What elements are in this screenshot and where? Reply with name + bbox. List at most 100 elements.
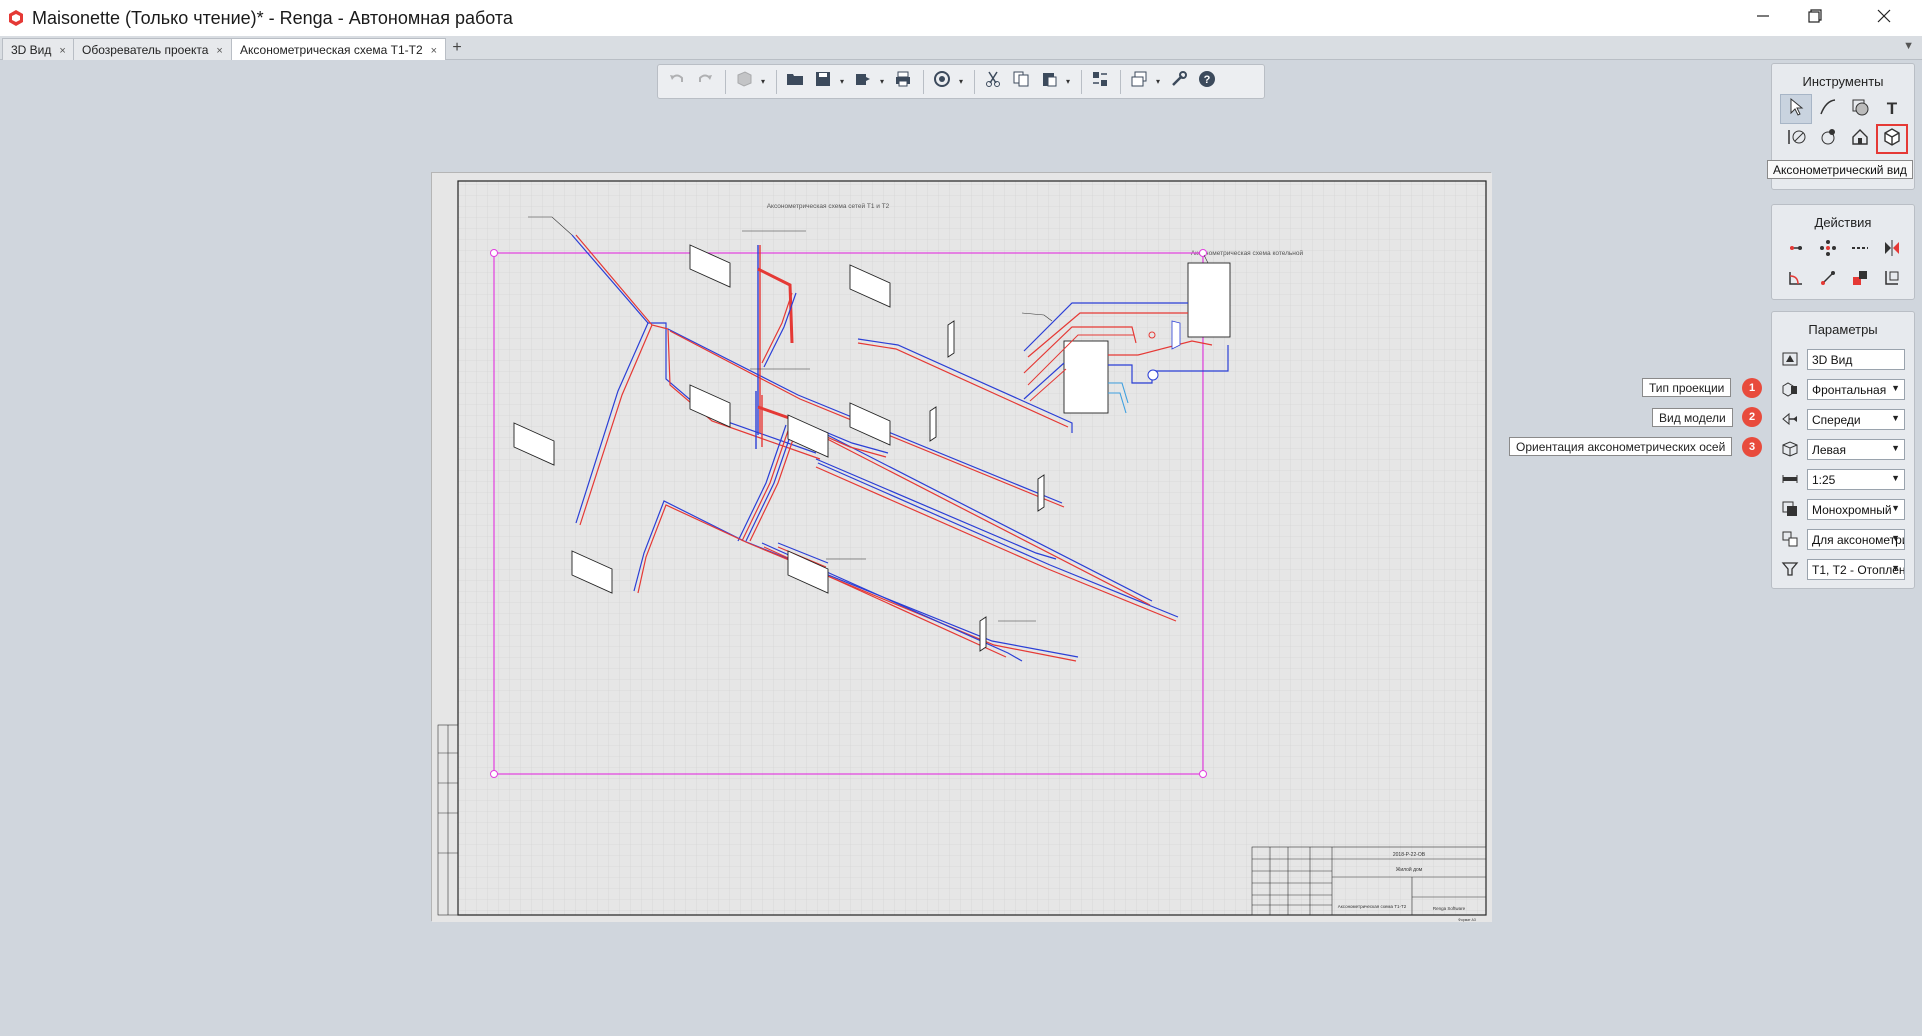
model-view-select[interactable]: Спереди ▼ bbox=[1807, 408, 1905, 430]
callout-number-1: 1 bbox=[1742, 378, 1762, 398]
hatch-icon bbox=[1850, 97, 1870, 122]
dimension-tool[interactable] bbox=[1780, 124, 1812, 154]
select-tool[interactable] bbox=[1780, 94, 1812, 124]
parameters-panel-title: Параметры bbox=[1808, 322, 1878, 337]
param-filter: Т1, Т2 - Отопление▼ bbox=[1778, 558, 1910, 580]
scale-action[interactable] bbox=[1812, 265, 1844, 295]
mirror-action[interactable] bbox=[1876, 235, 1908, 265]
param-axes-orientation: Левая ▼ bbox=[1778, 438, 1910, 460]
title-bar: Maisonette (Только чтение)* - Renga - Ав… bbox=[0, 0, 1922, 36]
layers-dropdown[interactable]: ▾ bbox=[1154, 69, 1162, 95]
save-icon bbox=[814, 70, 832, 93]
print-button[interactable] bbox=[890, 69, 916, 95]
rotate-action[interactable] bbox=[1780, 265, 1812, 295]
undo-button[interactable] bbox=[664, 69, 690, 95]
style-select[interactable]: Для аксонометрии ▼ bbox=[1807, 528, 1905, 550]
layers-icon bbox=[1130, 70, 1148, 93]
actions-grid bbox=[1780, 235, 1908, 295]
text-tool[interactable]: T bbox=[1876, 94, 1908, 124]
scale-value: 1:25 bbox=[1812, 472, 1836, 487]
minimize-button[interactable] bbox=[1735, 0, 1791, 36]
drawing-sheet[interactable]: 2018-Р-22-ОВ Жилой дом Аксонометрическая… bbox=[431, 172, 1492, 922]
style-icon bbox=[1778, 528, 1802, 550]
close-icon bbox=[1877, 9, 1891, 28]
paste-dropdown[interactable]: ▾ bbox=[1064, 69, 1072, 95]
maximize-button[interactable] bbox=[1787, 0, 1843, 36]
settings-button[interactable] bbox=[1166, 69, 1192, 95]
3d-view-button[interactable] bbox=[731, 69, 757, 95]
tab-close-icon[interactable]: × bbox=[59, 45, 65, 57]
help-icon: ? bbox=[1198, 70, 1216, 93]
add-tab-button[interactable]: + bbox=[447, 38, 467, 60]
scale-select[interactable]: 1:25 ▼ bbox=[1807, 468, 1905, 490]
axonometric-view-tooltip: Аксонометрический вид bbox=[1767, 160, 1913, 179]
help-button[interactable]: ? bbox=[1194, 69, 1220, 95]
object-list-button[interactable] bbox=[1087, 69, 1113, 95]
color-mode-select[interactable]: Монохромный ▼ bbox=[1807, 498, 1905, 520]
main-toolbar: ▾ ▾ ▾ ▾ ▾ ▾ ? bbox=[657, 64, 1265, 99]
callout-number-2: 2 bbox=[1742, 407, 1762, 427]
tools-panel-title: Инструменты bbox=[1802, 74, 1884, 89]
tab-3d-view[interactable]: 3D Вид × bbox=[2, 38, 75, 60]
cloud-sync-dropdown[interactable]: ▾ bbox=[957, 69, 965, 95]
undo-icon bbox=[668, 70, 686, 93]
scatter-action[interactable] bbox=[1812, 235, 1844, 265]
close-button[interactable] bbox=[1856, 0, 1912, 36]
tab-close-icon[interactable]: × bbox=[431, 45, 437, 57]
move-action[interactable] bbox=[1780, 235, 1812, 265]
tab-close-icon[interactable]: × bbox=[216, 45, 222, 57]
axes-orientation-select[interactable]: Левая ▼ bbox=[1807, 438, 1905, 460]
redo-button[interactable] bbox=[692, 69, 718, 95]
open-button[interactable] bbox=[782, 69, 808, 95]
tab-label: Обозреватель проекта bbox=[82, 43, 209, 57]
chevron-down-icon: ▼ bbox=[1891, 412, 1900, 423]
building-view-tool[interactable] bbox=[1844, 124, 1876, 154]
view-name-value: 3D Вид bbox=[1812, 352, 1853, 367]
paste-button[interactable] bbox=[1036, 69, 1062, 95]
cloud-sync-button[interactable] bbox=[929, 69, 955, 95]
projection-type-icon bbox=[1778, 378, 1802, 400]
paste-icon bbox=[1040, 70, 1058, 93]
param-view-name: 3D Вид bbox=[1778, 348, 1910, 370]
copy-button[interactable] bbox=[1008, 69, 1034, 95]
filter-select[interactable]: Т1, Т2 - Отопление▼ bbox=[1807, 558, 1905, 580]
actions-panel: Действия bbox=[1771, 204, 1915, 300]
cut-button[interactable] bbox=[980, 69, 1006, 95]
cut-icon bbox=[984, 70, 1002, 93]
callout-axes-orientation: Ориентация аксонометрических осей bbox=[1509, 437, 1733, 456]
renga-logo-icon bbox=[7, 9, 25, 27]
tab-label: Аксонометрическая схема Т1-Т2 bbox=[240, 43, 423, 57]
3d-view-dropdown[interactable]: ▾ bbox=[759, 69, 767, 95]
tab-axonometric-scheme[interactable]: Аксонометрическая схема Т1-Т2 × bbox=[231, 38, 447, 60]
svg-text:?: ? bbox=[1204, 74, 1211, 86]
save-dropdown[interactable]: ▾ bbox=[838, 69, 846, 95]
tab-project-browser[interactable]: Обозреватель проекта × bbox=[73, 38, 232, 60]
tools-grid: T bbox=[1780, 94, 1908, 154]
param-scale: 1:25 ▼ bbox=[1778, 468, 1910, 490]
line-tool[interactable] bbox=[1812, 94, 1844, 124]
view-name-input[interactable]: 3D Вид bbox=[1807, 348, 1905, 370]
sheet-grid bbox=[458, 181, 1486, 915]
tab-list-dropdown[interactable]: ▼ bbox=[1903, 40, 1914, 52]
parameters-panel: Параметры 3D Вид Фронтальная ▼ Спереди ▼ Л… bbox=[1771, 311, 1915, 589]
building-view-icon bbox=[1850, 127, 1870, 152]
copy-place-action[interactable] bbox=[1876, 265, 1908, 295]
hatch-tool[interactable] bbox=[1844, 94, 1876, 124]
callout-model-view: Вид модели bbox=[1652, 408, 1733, 427]
projection-type-select[interactable]: Фронтальная ▼ bbox=[1807, 378, 1905, 400]
scale-icon bbox=[1818, 268, 1838, 293]
projection-type-value: Фронтальная bbox=[1812, 382, 1887, 397]
export-dropdown[interactable]: ▾ bbox=[878, 69, 886, 95]
node-tool[interactable] bbox=[1812, 124, 1844, 154]
align-action[interactable] bbox=[1844, 265, 1876, 295]
param-projection-type: Фронтальная ▼ bbox=[1778, 378, 1910, 400]
stamp-code: 2018-Р-22-ОВ bbox=[1393, 852, 1426, 858]
dash-action[interactable] bbox=[1844, 235, 1876, 265]
chevron-down-icon: ▼ bbox=[1891, 502, 1900, 513]
save-button[interactable] bbox=[810, 69, 836, 95]
axonometric-view-tool[interactable] bbox=[1876, 124, 1908, 154]
window-title: Maisonette (Только чтение)* - Renga - Ав… bbox=[32, 8, 513, 28]
layers-button[interactable] bbox=[1126, 69, 1152, 95]
export-button[interactable] bbox=[850, 69, 876, 95]
drawing-canvas[interactable]: 2018-Р-22-ОВ Жилой дом Аксонометрическая… bbox=[432, 173, 1492, 922]
